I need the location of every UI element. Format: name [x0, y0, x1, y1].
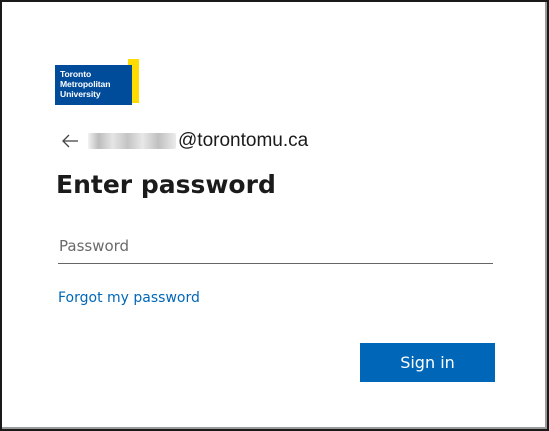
redacted-username [88, 133, 176, 149]
password-input[interactable] [58, 228, 493, 264]
logo-line-1: Toronto [60, 69, 92, 79]
sign-in-dialog: Toronto Metropolitan University @toronto… [0, 0, 549, 431]
page-title: Enter password [56, 170, 276, 199]
arrow-left-icon[interactable] [60, 130, 82, 152]
account-identity: @torontomu.ca [60, 129, 308, 153]
logo-blue-block: Toronto Metropolitan University [55, 65, 132, 105]
sign-in-button[interactable]: Sign in [360, 343, 495, 382]
email-domain: @torontomu.ca [178, 130, 309, 151]
logo-line-2: Metropolitan [60, 79, 111, 89]
forgot-password-link[interactable]: Forgot my password [58, 290, 200, 306]
logo-line-3: University [60, 89, 101, 99]
university-logo: Toronto Metropolitan University [55, 59, 139, 105]
